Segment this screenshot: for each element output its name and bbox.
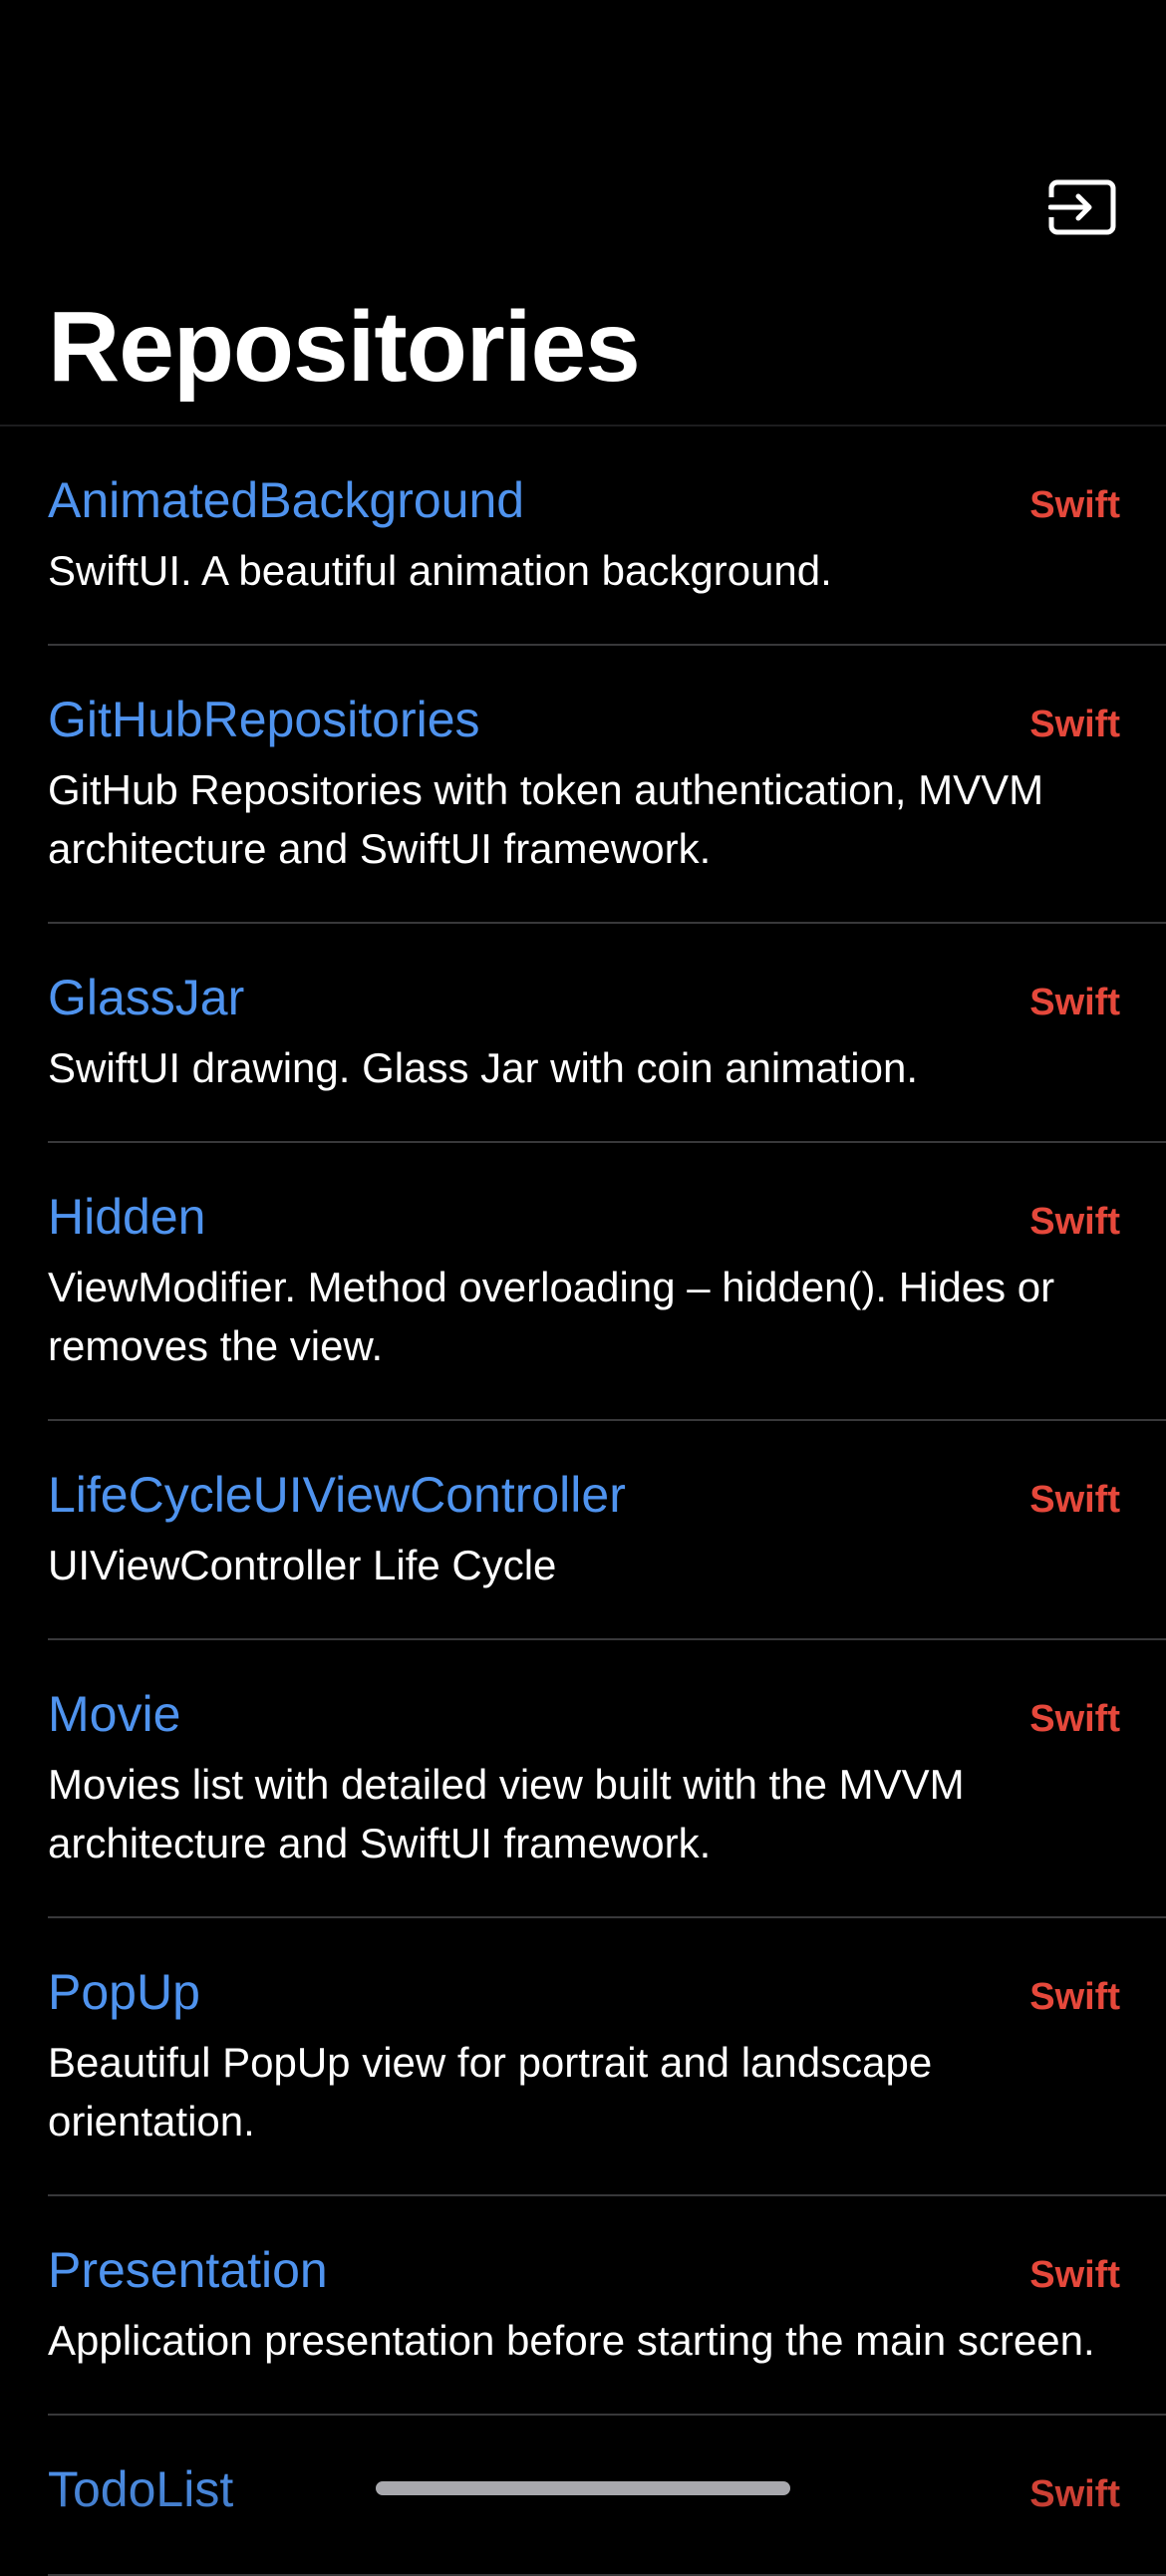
- repository-row[interactable]: Hidden Swift ViewModifier. Method overload…: [0, 1143, 1166, 1419]
- repository-name: GlassJar: [48, 970, 245, 1025]
- repository-name: TodoList: [48, 2461, 234, 2517]
- repository-row[interactable]: GitHubRepositories Swift GitHub Repositori…: [0, 646, 1166, 922]
- repository-description: Beautiful PopUp view for portrait and la…: [48, 2039, 933, 2145]
- repository-name: Hidden: [48, 1189, 206, 1245]
- repository-language: Swift: [1029, 2254, 1120, 2296]
- repository-name: LifeCycleUIViewController: [48, 1467, 626, 1523]
- repository-language: Swift: [1029, 982, 1120, 1023]
- logout-icon: [1048, 179, 1116, 235]
- repository-description: SwiftUI. A beautiful animation backgroun…: [48, 547, 832, 594]
- repository-row-header: LifeCycleUIViewController Swift: [48, 1421, 1120, 1530]
- repository-row[interactable]: AnimatedBackground Swift SwiftUI. A beauti…: [0, 427, 1166, 644]
- repository-row-header: Hidden Swift: [48, 1143, 1120, 1252]
- repository-language: Swift: [1029, 1201, 1120, 1243]
- repository-name: GitHubRepositories: [48, 692, 480, 747]
- repository-list[interactable]: AnimatedBackground Swift SwiftUI. A beauti…: [0, 427, 1166, 2576]
- logout-button[interactable]: [1046, 171, 1118, 243]
- repository-description: SwiftUI drawing. Glass Jar with coin ani…: [48, 1044, 918, 1091]
- repository-name: AnimatedBackground: [48, 472, 525, 528]
- repository-language: Swift: [1029, 2473, 1120, 2515]
- repository-language: Swift: [1029, 484, 1120, 526]
- repository-language: Swift: [1029, 704, 1120, 745]
- repository-row-header: TodoList Swift: [48, 2416, 1120, 2524]
- repository-language: Swift: [1029, 1698, 1120, 1740]
- home-indicator[interactable]: [376, 2481, 790, 2495]
- repository-name: PopUp: [48, 1964, 200, 2020]
- repository-row[interactable]: PopUp Swift Beautiful PopUp view for portr…: [0, 1918, 1166, 2194]
- repository-row[interactable]: LifeCycleUIViewController Swift UIViewCont…: [0, 1421, 1166, 1638]
- repository-name: Presentation: [48, 2242, 328, 2298]
- repository-description: Application presentation before starting…: [48, 2317, 1095, 2364]
- repository-description: GitHub Repositories with token authentic…: [48, 766, 1044, 872]
- navigation-bar: Repositories: [0, 0, 1166, 427]
- repository-language: Swift: [1029, 1976, 1120, 2018]
- repository-row-header: PopUp Swift: [48, 1918, 1120, 2027]
- repository-description: UIViewController Life Cycle: [48, 1542, 557, 1588]
- page-title: Repositories: [48, 291, 641, 403]
- repository-row[interactable]: GlassJar Swift SwiftUI drawing. Glass Jar …: [0, 924, 1166, 1141]
- repository-row-header: GlassJar Swift: [48, 924, 1120, 1032]
- repository-language: Swift: [1029, 1479, 1120, 1521]
- repository-row[interactable]: Movie Swift Movies list with detailed view…: [0, 1640, 1166, 1916]
- repository-description: ViewModifier. Method overloading – hidde…: [48, 1264, 1055, 1369]
- repository-row-header: AnimatedBackground Swift: [48, 427, 1120, 535]
- repository-row-header: GitHubRepositories Swift: [48, 646, 1120, 754]
- repository-row[interactable]: Presentation Swift Application presentatio…: [0, 2196, 1166, 2414]
- repository-description: Movies list with detailed view built wit…: [48, 1761, 965, 1866]
- repository-description: [48, 2530, 1120, 2574]
- repository-row-header: Presentation Swift: [48, 2196, 1120, 2305]
- repository-name: Movie: [48, 1686, 181, 1742]
- repository-row-header: Movie Swift: [48, 1640, 1120, 1749]
